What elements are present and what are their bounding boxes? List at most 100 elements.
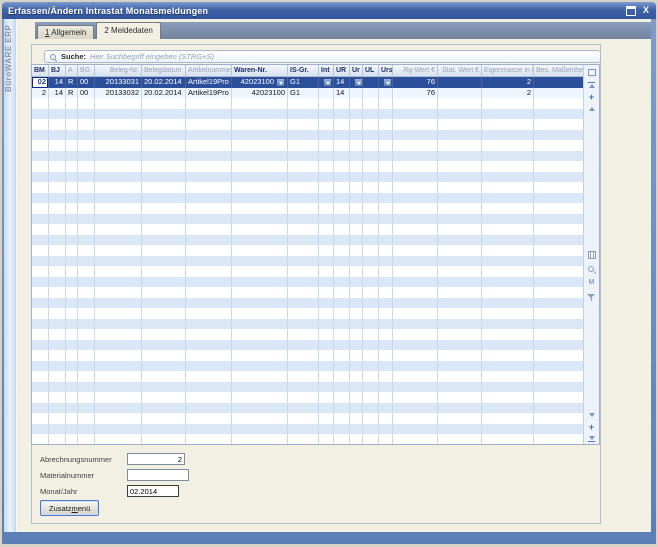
column-header-artikelnummer[interactable]: Artikelnummer — [186, 65, 232, 76]
monat-jahr-field[interactable] — [127, 485, 179, 497]
sum-icon[interactable]: M — [584, 277, 599, 289]
table-row — [32, 382, 599, 393]
table-cell-empty — [142, 361, 186, 372]
column-header-is-gr[interactable]: IS-Gr. — [288, 65, 319, 76]
column-header-bj[interactable]: BJ — [49, 65, 66, 76]
scroll-top-icon[interactable] — [584, 79, 599, 91]
restore-icon[interactable] — [626, 6, 636, 16]
close-icon[interactable]: X — [641, 5, 651, 16]
table-cell-eigenmasse[interactable]: 2 — [482, 88, 534, 99]
table-cell-rg-wert[interactable]: 76 — [393, 77, 438, 88]
dropdown-arrow-icon[interactable] — [323, 78, 332, 87]
table-row[interactable]: 0214R002013303120.02.2014Artikel19Prozer… — [32, 77, 599, 88]
table-cell-empty — [232, 371, 288, 382]
column-header-rg-wert[interactable]: Rg-Wert € — [393, 65, 438, 76]
columns-icon[interactable] — [584, 249, 599, 261]
table-cell-empty — [534, 109, 584, 120]
table-cell-int[interactable] — [319, 88, 334, 99]
table-cell-eigenmasse[interactable]: 2 — [482, 77, 534, 88]
dropdown-arrow-icon[interactable] — [276, 78, 285, 87]
column-header-bg[interactable]: BG — [78, 65, 95, 76]
table-cell-empty — [288, 245, 319, 256]
table-cell-empty — [78, 403, 95, 414]
table-cell-empty — [534, 287, 584, 298]
dropdown-arrow-icon[interactable] — [354, 78, 363, 87]
column-header-ur2[interactable]: Ur — [350, 65, 363, 76]
table-cell-empty — [319, 329, 334, 340]
table-cell-empty — [534, 224, 584, 235]
filter-icon[interactable] — [584, 291, 599, 303]
table-cell-bes-mass[interactable] — [534, 77, 584, 88]
add-row-icon[interactable]: + — [584, 91, 599, 103]
table-cell-empty — [334, 203, 350, 214]
table-cell-ur2[interactable] — [350, 77, 363, 88]
table-cell-empty — [319, 434, 334, 445]
column-header-int[interactable]: Int — [319, 65, 334, 76]
column-header-bes-mass[interactable]: Bes. Maßeinheit — [534, 65, 584, 76]
table-cell-empty — [288, 140, 319, 151]
table-cell-waren-nr[interactable]: 42023100 — [232, 88, 288, 99]
table-cell-urs[interactable] — [379, 77, 393, 88]
table-cell-empty — [482, 308, 534, 319]
table-cell-empty — [288, 361, 319, 372]
table-cell-artikelnummer[interactable]: Artikel19Prozer — [186, 77, 232, 88]
table-cell-rg-wert[interactable]: 76 — [393, 88, 438, 99]
scroll-down-icon[interactable] — [584, 409, 599, 421]
column-header-a[interactable]: A — [66, 65, 78, 76]
table-cell-bm[interactable]: 2 — [32, 88, 49, 99]
table-cell-beleg-nr[interactable]: 20133032 — [95, 88, 142, 99]
duplicate-icon[interactable] — [584, 66, 599, 78]
abrechnungsnummer-field[interactable] — [127, 453, 185, 465]
column-header-waren-nr[interactable]: Waren-Nr. — [232, 65, 288, 76]
dropdown-arrow-icon[interactable] — [383, 78, 392, 87]
table-cell-bg[interactable]: 00 — [78, 88, 95, 99]
column-header-urs[interactable]: Urs — [379, 65, 393, 76]
tab-meldedaten[interactable]: 2 Meldedaten — [96, 22, 160, 39]
scroll-bottom-icon[interactable] — [584, 433, 599, 445]
table-cell-bm[interactable]: 02 — [32, 77, 49, 88]
table-cell-empty — [363, 382, 379, 393]
column-header-beleg-nr[interactable]: Beleg-Nr. — [95, 65, 142, 76]
table-cell-ur1[interactable]: 14 — [334, 88, 350, 99]
scroll-up-icon[interactable] — [584, 103, 599, 115]
search-table-icon[interactable] — [584, 263, 599, 275]
column-header-bm[interactable]: BM — [32, 65, 49, 76]
table-cell-ul[interactable] — [363, 77, 379, 88]
materialnummer-field[interactable] — [127, 469, 189, 481]
table-cell-bes-mass[interactable] — [534, 88, 584, 99]
table-cell-artikelnummer[interactable]: Artikel19Prozer — [186, 88, 232, 99]
tab-allgemein[interactable]: 1 Allgemein — [37, 25, 94, 39]
column-header-ur1[interactable]: UR — [334, 65, 350, 76]
table-cell-empty — [142, 329, 186, 340]
table-cell-bj[interactable]: 14 — [49, 77, 66, 88]
table-cell-int[interactable] — [319, 77, 334, 88]
zusatzmenu-button[interactable]: Zusatzmenü — [40, 500, 99, 516]
table-cell-bj[interactable]: 14 — [49, 88, 66, 99]
table-row[interactable]: 214R002013303220.02.2014Artikel19Prozer4… — [32, 88, 599, 99]
table-cell-empty — [186, 119, 232, 130]
table-cell-is-gr[interactable]: G1 — [288, 88, 319, 99]
column-header-belegdatum[interactable]: Belegdatum — [142, 65, 186, 76]
search-input[interactable]: Suche: Hier Suchbegriff eingeben (STRG+S… — [44, 50, 601, 63]
table-cell-urs[interactable] — [379, 88, 393, 99]
table-cell-waren-nr[interactable]: 42023100 — [232, 77, 288, 88]
table-cell-is-gr[interactable]: G1 — [288, 77, 319, 88]
column-header-stat-wert[interactable]: Stat. Wert € — [438, 65, 482, 76]
table-cell-empty — [363, 434, 379, 445]
table-cell-empty — [319, 172, 334, 183]
table-cell-stat-wert[interactable] — [438, 77, 482, 88]
column-header-ul[interactable]: UL — [363, 65, 379, 76]
table-cell-a[interactable]: R — [66, 88, 78, 99]
table-cell-a[interactable]: R — [66, 77, 78, 88]
column-header-eigenmasse[interactable]: Eigenmasse in KG — [482, 65, 534, 76]
table-cell-belegdatum[interactable]: 20.02.2014 — [142, 77, 186, 88]
table-cell-ul[interactable] — [363, 88, 379, 99]
window-frame: BüroWARE ERP 1 Allgemein 2 Meldedaten Su… — [2, 19, 656, 544]
table-cell-ur1[interactable]: 14 — [334, 77, 350, 88]
table-cell-beleg-nr[interactable]: 20133031 — [95, 77, 142, 88]
table-cell-stat-wert[interactable] — [438, 88, 482, 99]
table-cell-bg[interactable]: 00 — [78, 77, 95, 88]
add-row-bottom-icon[interactable]: + — [584, 421, 599, 433]
table-cell-ur2[interactable] — [350, 88, 363, 99]
table-cell-belegdatum[interactable]: 20.02.2014 — [142, 88, 186, 99]
